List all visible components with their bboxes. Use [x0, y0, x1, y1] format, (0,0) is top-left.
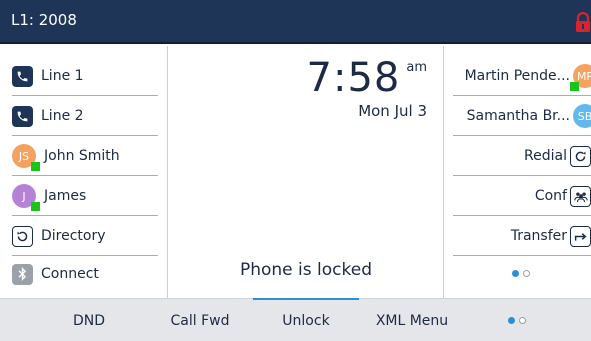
conference-label: Conf — [534, 188, 567, 204]
avatar-initials: JS — [18, 149, 30, 163]
page-dot-active — [512, 270, 519, 277]
transfer-key[interactable]: Transfer — [449, 218, 591, 256]
avatar: JS — [12, 144, 40, 171]
line-1-label: Line 1 — [41, 68, 84, 84]
idle-screen: 7:58 am Mon Jul 3 Phone is locked — [169, 46, 443, 298]
contact-james-key[interactable]: J James — [12, 178, 158, 216]
right-page-indicator — [512, 270, 530, 277]
contact-samantha-key[interactable]: Samantha Br... SB — [449, 98, 591, 136]
clock-date: Mon Jul 3 — [358, 102, 427, 120]
avatar-initials: J — [22, 189, 26, 203]
contact-martin-key[interactable]: Martin Pende... MP — [449, 58, 591, 96]
bluetooth-icon — [12, 263, 33, 285]
transfer-label: Transfer — [510, 228, 567, 244]
phone-icon — [12, 105, 33, 127]
line-2-label: Line 2 — [41, 108, 84, 124]
conference-icon — [570, 185, 591, 207]
redial-key[interactable]: Redial — [449, 138, 591, 176]
contact-label: Samantha Br... — [466, 108, 570, 124]
contact-label: John Smith — [44, 148, 120, 164]
softkey-page-indicator[interactable] — [508, 317, 526, 324]
dnd-softkey[interactable]: DND — [44, 299, 134, 341]
left-softkey-panel: Line 1 Line 2 JS John Smith J James Dire… — [0, 46, 168, 298]
contact-label: Martin Pende... — [464, 68, 570, 84]
page-dot-inactive — [523, 270, 530, 277]
contact-label: James — [44, 188, 87, 204]
unlock-softkey[interactable]: Unlock — [253, 298, 359, 341]
directory-key[interactable]: Directory — [12, 218, 158, 256]
directory-icon — [12, 225, 33, 247]
lock-status-message: Phone is locked — [239, 260, 372, 280]
page-dot-inactive — [519, 317, 526, 324]
line-2-key[interactable]: Line 2 — [12, 98, 158, 136]
avatar: J — [12, 184, 40, 211]
right-softkey-panel: Martin Pende... MP Samantha Br... SB Red… — [443, 46, 591, 298]
avatar-initials: SB — [577, 109, 591, 123]
redial-icon — [570, 145, 591, 167]
presence-indicator — [31, 202, 40, 211]
contact-john-smith-key[interactable]: JS John Smith — [12, 138, 158, 176]
presence-indicator — [31, 162, 40, 171]
connect-key[interactable]: Connect — [12, 256, 158, 292]
avatar-initials: MP — [576, 69, 591, 83]
bottom-softkey-bar: DND Call Fwd Unlock XML Menu — [0, 298, 591, 341]
xml-menu-softkey[interactable]: XML Menu — [362, 299, 462, 341]
clock-ampm: am — [406, 60, 427, 75]
page-dot-active — [508, 317, 515, 324]
phone-icon — [12, 65, 33, 87]
redial-label: Redial — [524, 148, 567, 164]
line-status-label: L1: 2008 — [11, 11, 77, 29]
avatar: MP — [570, 64, 591, 91]
conference-key[interactable]: Conf — [449, 178, 591, 216]
status-bar: L1: 2008 — [0, 0, 591, 44]
directory-label: Directory — [41, 228, 106, 244]
clock-time: 7:58 — [306, 55, 401, 101]
line-1-key[interactable]: Line 1 — [12, 58, 158, 96]
presence-indicator — [570, 82, 579, 91]
clock: 7:58 am Mon Jul 3 — [307, 56, 427, 120]
lock-icon[interactable] — [575, 12, 591, 32]
avatar: SB — [573, 104, 591, 128]
transfer-icon — [570, 225, 591, 247]
connect-label: Connect — [41, 266, 99, 282]
call-forward-softkey[interactable]: Call Fwd — [150, 299, 250, 341]
